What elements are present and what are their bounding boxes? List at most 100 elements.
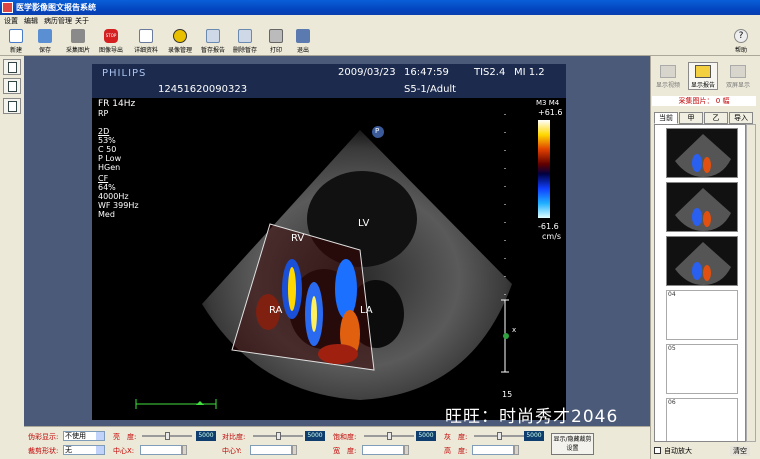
gray-slider[interactable]: 5000 — [474, 431, 548, 441]
center-x-label: 中心X: — [113, 447, 135, 455]
param-compress: C 50 — [98, 145, 117, 154]
capture-icon — [71, 29, 85, 43]
printer-icon — [269, 29, 283, 43]
thumbnail-scrollbar[interactable] — [746, 124, 756, 442]
contrast-label: 对比度: — [222, 433, 246, 441]
thumbnail-1[interactable] — [666, 128, 738, 178]
saturation-value: 5000 — [416, 431, 436, 441]
stop-sign-icon: STOP — [104, 29, 118, 43]
empty-slot-4[interactable]: 04 — [666, 290, 738, 340]
label-ra: RA — [269, 305, 283, 316]
crop-shape-select[interactable]: 无 — [63, 445, 105, 455]
pseudo-color-label: 伪彩显示: — [28, 433, 59, 441]
mi-value: MI 1.2 — [514, 67, 545, 78]
dual-screen-button[interactable]: 双屏显示 — [723, 62, 753, 90]
center-x-input[interactable] — [140, 445, 182, 455]
saturation-slider[interactable]: 5000 — [364, 431, 438, 441]
auto-zoom-checkbox[interactable]: 自动放大 — [654, 446, 692, 456]
echo-scan-graphic — [135, 114, 550, 409]
probe-preset: S5-1/Adult — [404, 84, 457, 95]
empty-slot-5[interactable]: 05 — [666, 344, 738, 394]
gray-value: 5000 — [524, 431, 544, 441]
page-button-2[interactable] — [3, 78, 21, 94]
chevron-down-icon — [96, 446, 104, 454]
clear-button[interactable]: 清空 — [730, 446, 750, 456]
capture-button[interactable]: 采集图片 — [63, 29, 93, 55]
delete-hold-button[interactable]: 删除暂存 — [230, 29, 260, 55]
menu-settings[interactable]: 设置 — [4, 16, 18, 26]
brightness-slider[interactable]: 5000 — [142, 431, 216, 441]
pseudo-color-select[interactable]: 不使用 — [63, 431, 105, 441]
center-y-input[interactable] — [250, 445, 292, 455]
tis-value: TIS2.4 — [474, 67, 506, 78]
scale-bottom: -61.6 — [538, 222, 559, 231]
save-icon — [38, 29, 52, 43]
new-document-icon — [9, 29, 23, 43]
export-button[interactable]: STOP 图像导出 — [96, 29, 126, 55]
height-input[interactable] — [472, 445, 514, 455]
focus-label: x — [512, 326, 517, 334]
width-input[interactable] — [362, 445, 404, 455]
chevron-down-icon — [96, 432, 104, 440]
menu-about[interactable]: 关于 — [75, 16, 89, 26]
menu-records[interactable]: 病历管理 — [44, 16, 72, 26]
details-button[interactable]: 详细资料 — [131, 29, 161, 55]
page-icon — [8, 62, 17, 73]
menu-edit[interactable]: 编辑 — [24, 16, 38, 26]
exam-date: 2009/03/23 — [338, 67, 396, 78]
exam-time: 16:47:59 — [404, 67, 449, 78]
hold-report-button[interactable]: 暂存报告 — [198, 29, 228, 55]
page-icon — [8, 81, 17, 92]
thumbnail-2[interactable] — [666, 182, 738, 232]
param-med: Med — [98, 210, 115, 219]
thumbnail-list: 04 05 06 — [654, 124, 746, 442]
scale-title: M3 M4 — [536, 99, 560, 107]
checkbox-box[interactable] — [654, 447, 661, 454]
toggle-crop-settings-button[interactable]: 显示/隐藏裁剪设置 — [551, 433, 594, 455]
exit-button[interactable]: 退出 — [293, 29, 313, 55]
scale-top: +61.6 — [538, 108, 563, 117]
center-x-spinner[interactable] — [182, 445, 187, 455]
center-y-spinner[interactable] — [292, 445, 297, 455]
window-title: 医学影像图文报告系统 — [16, 3, 96, 12]
param-rp: RP — [98, 109, 109, 118]
label-lv: LV — [358, 218, 370, 229]
recording-button[interactable]: 录像管理 — [165, 29, 195, 55]
slider-thumb[interactable] — [165, 432, 170, 440]
saturation-label: 饱和度: — [333, 433, 357, 441]
left-toolbar — [0, 56, 24, 459]
contrast-slider[interactable]: 5000 — [253, 431, 327, 441]
tab-b[interactable]: 乙 — [704, 112, 728, 124]
thumbnail-tabs: 当前 甲 乙 导入 — [654, 112, 756, 124]
width-spinner[interactable] — [404, 445, 409, 455]
tab-current[interactable]: 当前 — [654, 112, 678, 124]
thumbnail-3[interactable] — [666, 236, 738, 286]
watermark-text: 旺旺：时尚秀才2046 — [445, 407, 619, 427]
print-button[interactable]: 打印 — [266, 29, 286, 55]
param-hgen: HGen — [98, 163, 121, 172]
param-cf-heading: CF — [98, 174, 109, 183]
new-button[interactable]: 新建 — [6, 29, 26, 55]
param-power: P Low — [98, 154, 122, 163]
page-button-3[interactable] — [3, 98, 21, 114]
slider-thumb[interactable] — [387, 432, 392, 440]
help-button[interactable]: ? 帮助 — [730, 29, 752, 55]
save-button[interactable]: 保存 — [35, 29, 55, 55]
width-label: 宽 度: — [333, 447, 357, 455]
tab-import[interactable]: 导入 — [729, 112, 753, 124]
captured-count: 采集图片： 0 幅 — [652, 96, 756, 106]
color-velocity-scale — [538, 120, 550, 218]
ultrasound-image[interactable]: PHILIPS 2009/03/23 16:47:59 TIS2.4 MI 1.… — [92, 64, 566, 420]
param-frame-rate: FR 14Hz — [98, 99, 136, 109]
slider-thumb[interactable] — [497, 432, 502, 440]
show-report-button[interactable]: 显示报告 — [688, 62, 718, 90]
tab-a[interactable]: 甲 — [679, 112, 703, 124]
empty-slot-6[interactable]: 06 — [666, 398, 738, 441]
show-video-button[interactable]: 显示视频 — [653, 62, 683, 90]
page-button-1[interactable] — [3, 59, 21, 75]
menu-bar: 设置 编辑 病历管理 关于 — [0, 15, 760, 27]
label-la: LA — [360, 305, 373, 316]
height-spinner[interactable] — [514, 445, 519, 455]
slider-thumb[interactable] — [276, 432, 281, 440]
param-2d-heading: 2D — [98, 127, 110, 136]
